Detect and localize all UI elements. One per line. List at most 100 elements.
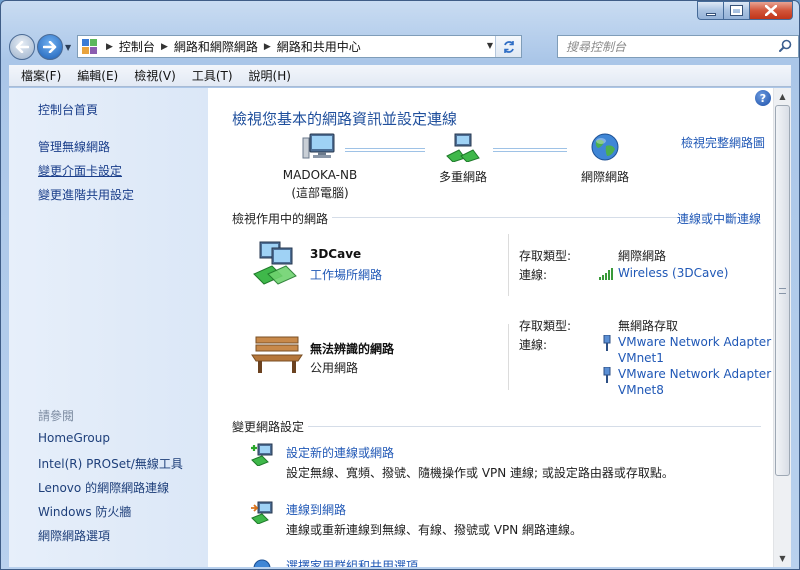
connection-link-vmnet1[interactable]: VMware Network Adapter VMnet1 — [618, 334, 773, 366]
network-type-label: 公用網路 — [310, 361, 359, 375]
menu-view[interactable]: 檢視(V) — [126, 67, 184, 84]
computer-icon — [302, 133, 335, 159]
menu-tools[interactable]: 工具(T) — [184, 67, 241, 84]
link-homegroup-sharing[interactable]: 選擇家用群組和共用選項 — [286, 557, 418, 567]
map-node-label: MADOKA-NB — [282, 168, 358, 182]
breadcrumb-control-panel[interactable]: 控制台 — [119, 38, 155, 55]
navigation-bar: ▼ ▶ 控制台 ▶ 網路和網際網路 ▶ 網路和共用中心 ▼ 搜尋控制台 — [9, 33, 799, 61]
homegroup-icon — [253, 559, 271, 567]
menu-help[interactable]: 說明(H) — [241, 67, 299, 84]
access-type-label: 存取類型: — [519, 249, 572, 263]
link-connect-to-network[interactable]: 連線到網路 — [286, 501, 346, 518]
vertical-divider — [508, 234, 509, 296]
link-connect-disconnect[interactable]: 連線或中斷連線 — [677, 210, 761, 227]
connection-link-wireless[interactable]: Wireless (3DCave) — [618, 265, 728, 281]
link-lenovo-internet[interactable]: Lenovo 的網際網路連線 — [38, 479, 169, 496]
multiple-networks-icon — [446, 133, 480, 162]
wireless-signal-icon — [599, 268, 613, 280]
connections-label: 連線: — [519, 268, 548, 282]
menu-edit[interactable]: 編輯(E) — [69, 67, 126, 84]
network-name: 無法辨識的網路 — [310, 342, 395, 356]
maximize-button[interactable] — [723, 1, 749, 20]
menu-file[interactable]: 檔案(F) — [13, 67, 69, 84]
maximize-icon — [730, 5, 743, 16]
section-divider — [308, 426, 761, 427]
change-settings-heading: 變更網路設定 — [232, 420, 305, 434]
forward-arrow-icon — [43, 41, 57, 53]
link-intel-proset[interactable]: Intel(R) PROSet/無線工具 — [38, 455, 183, 472]
window-frame: ▼ ▶ 控制台 ▶ 網路和網際網路 ▶ 網路和共用中心 ▼ 搜尋控制台 檔案(F… — [0, 0, 800, 570]
scroll-down-icon[interactable]: ▼ — [774, 550, 791, 567]
breadcrumb-network-internet[interactable]: 網路和網際網路 — [174, 38, 258, 55]
map-node-internet[interactable]: 網際網路 — [563, 132, 647, 185]
search-box[interactable]: 搜尋控制台 — [557, 35, 799, 58]
link-homegroup[interactable]: HomeGroup — [38, 431, 110, 445]
access-type-value: 無網路存取 — [618, 319, 679, 333]
close-icon — [765, 5, 777, 16]
breadcrumb-separator-icon[interactable]: ▶ — [264, 42, 271, 52]
refresh-button[interactable] — [495, 36, 521, 57]
forward-button[interactable] — [37, 34, 63, 60]
content-area: 控制台首頁 管理無線網路 變更介面卡設定 變更進階共用設定 請參閱 HomeGr… — [9, 88, 791, 567]
main-pane: ? 檢視您基本的網路資訊並設定連線 檢視完整網路圖 MADOKA-NB (這部電… — [208, 88, 773, 567]
globe-icon — [591, 133, 619, 161]
map-connector-line — [493, 148, 567, 152]
connections-label: 連線: — [519, 338, 548, 352]
grip-icon — [779, 287, 786, 294]
task-description: 連線或重新連線到無線、有線、撥號或 VPN 網路連線。 — [286, 523, 583, 537]
ethernet-adapter-icon — [603, 335, 611, 351]
new-connection-icon — [251, 443, 273, 466]
close-button[interactable] — [749, 1, 793, 20]
task-description: 設定無線、寬頻、撥號、隨機操作或 VPN 連線; 或設定路由器或存取點。 — [286, 466, 674, 480]
breadcrumb-separator-icon[interactable]: ▶ — [161, 42, 168, 52]
active-networks-heading: 檢視作用中的網路 — [232, 212, 329, 226]
minimize-button[interactable] — [697, 1, 723, 20]
page-title: 檢視您基本的網路資訊並設定連線 — [232, 110, 458, 128]
link-internet-options[interactable]: 網際網路選項 — [38, 527, 110, 544]
help-icon[interactable]: ? — [755, 90, 771, 106]
work-network-icon — [253, 241, 297, 285]
control-panel-icon — [82, 38, 100, 55]
access-type-value: 網際網路 — [618, 249, 667, 263]
search-icon[interactable] — [779, 39, 792, 52]
map-node-this-computer[interactable]: MADOKA-NB (這部電腦) — [260, 132, 380, 201]
link-control-panel-home[interactable]: 控制台首頁 — [38, 101, 98, 118]
link-windows-firewall[interactable]: Windows 防火牆 — [38, 503, 131, 520]
breadcrumb-network-sharing-center[interactable]: 網路和共用中心 — [277, 38, 361, 55]
connection-link-vmnet8[interactable]: VMware Network Adapter VMnet8 — [618, 366, 773, 398]
caption-buttons — [697, 1, 793, 20]
vertical-scrollbar[interactable]: ▲ ▼ — [773, 88, 791, 567]
scroll-up-icon[interactable]: ▲ — [774, 88, 791, 105]
public-network-bench-icon — [251, 336, 303, 373]
access-type-label: 存取類型: — [519, 319, 572, 333]
link-manage-wireless[interactable]: 管理無線網路 — [38, 138, 110, 155]
connect-to-network-icon — [251, 501, 273, 524]
network-name: 3DCave — [310, 247, 362, 261]
map-node-sublabel: (這部電腦) — [291, 186, 349, 200]
address-bar[interactable]: ▶ 控制台 ▶ 網路和網際網路 ▶ 網路和共用中心 ▼ — [77, 35, 522, 58]
search-input[interactable]: 搜尋控制台 — [566, 38, 626, 55]
vertical-divider — [508, 324, 509, 390]
refresh-icon — [503, 40, 514, 53]
scroll-thumb[interactable] — [775, 105, 790, 476]
link-view-full-map[interactable]: 檢視完整網路圖 — [681, 134, 765, 151]
map-node-label: 網際網路 — [580, 170, 629, 184]
back-arrow-icon — [15, 41, 29, 53]
network-type-link[interactable]: 工作場所網路 — [310, 266, 382, 283]
section-divider — [332, 217, 678, 218]
link-setup-new-connection[interactable]: 設定新的連線或網路 — [286, 444, 394, 461]
left-pane: 控制台首頁 管理無線網路 變更介面卡設定 變更進階共用設定 請參閱 HomeGr… — [9, 88, 208, 567]
link-change-advanced-sharing[interactable]: 變更進階共用設定 — [38, 186, 134, 203]
map-node-multiple-networks[interactable]: 多重網路 — [418, 132, 508, 185]
ethernet-adapter-icon — [603, 367, 611, 383]
menu-bar: 檔案(F) 編輯(E) 檢視(V) 工具(T) 說明(H) — [9, 65, 791, 87]
link-change-adapter-settings[interactable]: 變更介面卡設定 — [38, 162, 122, 179]
see-also-heading: 請參閱 — [38, 409, 75, 423]
breadcrumb-separator-icon[interactable]: ▶ — [106, 42, 113, 52]
map-connector-line — [345, 148, 425, 152]
back-button[interactable] — [9, 34, 35, 60]
address-dropdown-icon[interactable]: ▼ — [487, 41, 493, 50]
minimize-icon — [705, 12, 716, 16]
map-node-label: 多重網路 — [438, 170, 487, 184]
recent-pages-dropdown[interactable]: ▼ — [65, 43, 75, 52]
